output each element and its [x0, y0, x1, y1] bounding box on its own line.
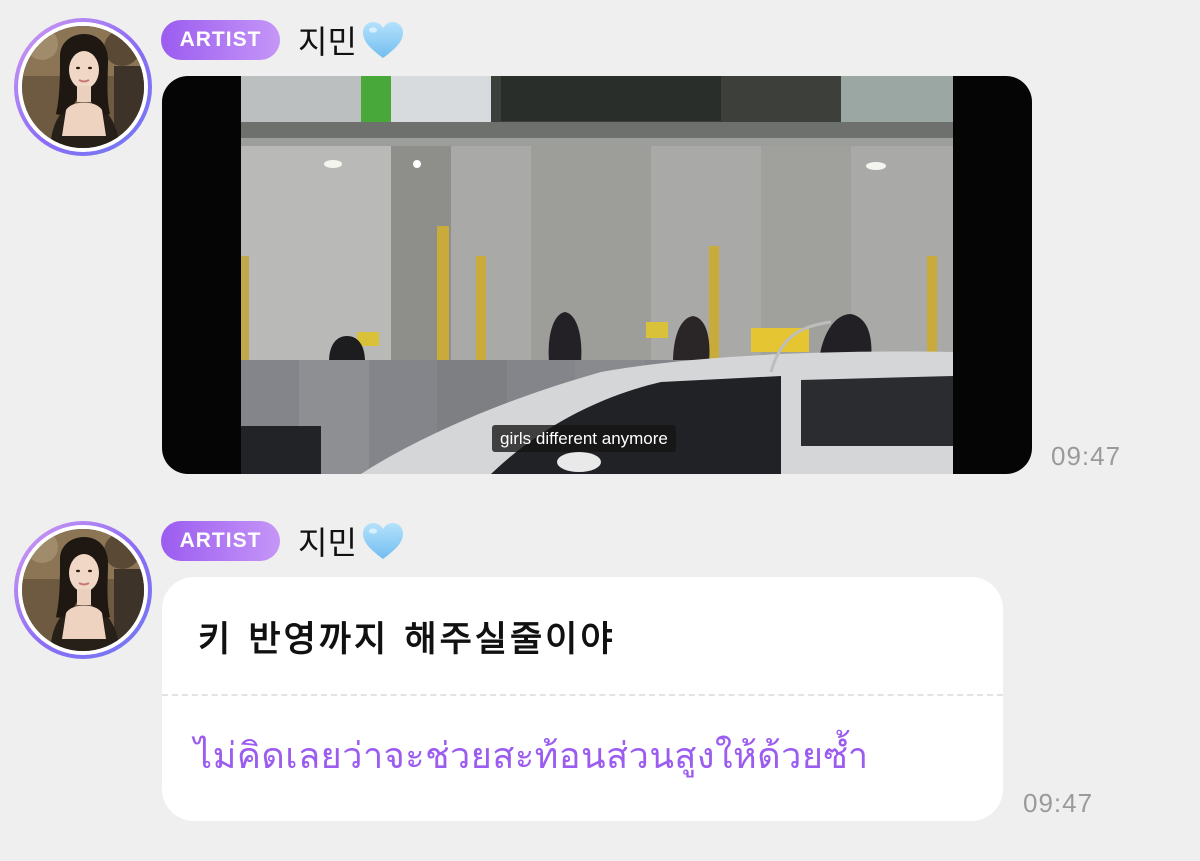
text-bubble[interactable]: 키 반영까지 해주실줄이야 ไม่คิดเลยว่าจะช่วยสะท้อนส่… — [162, 577, 1003, 821]
sender-name: 지민 — [298, 524, 357, 562]
message-time: 09:47 — [1023, 788, 1094, 818]
avatar-photo — [22, 529, 144, 651]
message-text: ARTIST 지민 키 반영까지 해주실줄이야 ไม่คิดเลยว่าจะช่… — [0, 0, 1200, 861]
artist-badge: ARTIST — [161, 521, 280, 561]
message-translation: ไม่คิดเลยว่าจะช่วยสะท้อนส่วนสูงให้ด้วยซ้… — [194, 736, 869, 777]
avatar[interactable] — [14, 521, 152, 659]
message-text-original: 키 반영까지 해주실줄이야 — [198, 620, 616, 660]
light-blue-heart-icon — [361, 521, 405, 561]
translation-divider — [162, 694, 1003, 696]
avatar-ring — [18, 525, 148, 655]
sender-name-row: 지민 — [298, 519, 405, 563]
